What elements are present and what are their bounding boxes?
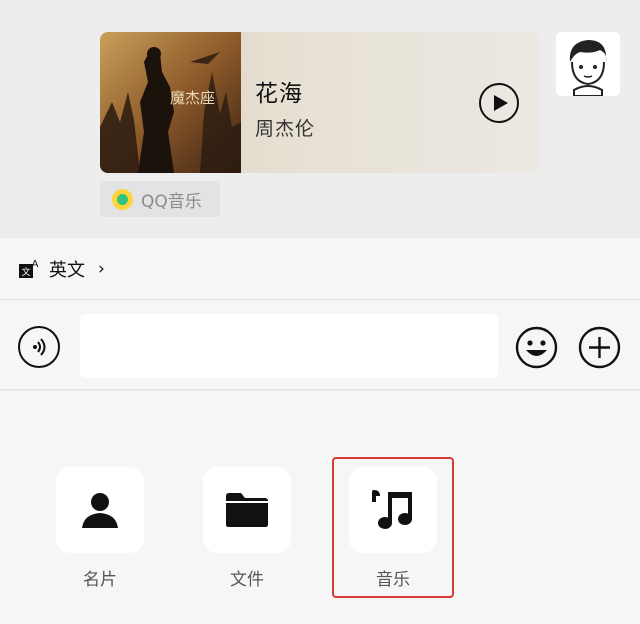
folder-icon [226, 493, 268, 527]
input-bar [0, 300, 640, 390]
file-tile[interactable] [203, 467, 291, 553]
album-art: 魔杰座 [100, 32, 241, 173]
svg-text:文: 文 [21, 266, 30, 278]
chat-area: 魔杰座 花海 周杰伦 QQ音乐 [0, 0, 640, 238]
translate-icon: 文 A [19, 259, 39, 278]
voice-button[interactable] [18, 326, 60, 368]
contact-card-tile[interactable] [56, 467, 144, 553]
song-artist: 周杰伦 [255, 118, 316, 140]
emoji-button[interactable] [515, 326, 558, 369]
svg-text:A: A [32, 259, 39, 270]
translate-bar[interactable]: 文 A 英文 › [0, 238, 640, 300]
tool-label-contact-card: 名片 [83, 570, 117, 590]
tool-contact-card[interactable]: 名片 [56, 467, 144, 590]
tool-label-file: 文件 [230, 570, 264, 590]
play-icon [493, 95, 508, 111]
chevron-right-icon: › [98, 258, 105, 279]
music-source-label: QQ音乐 [141, 191, 202, 212]
voice-icon [33, 338, 46, 356]
music-card[interactable]: 魔杰座 花海 周杰伦 [100, 32, 540, 173]
more-panel: 名片 文件 音乐 [0, 391, 640, 624]
translate-language-label: 英文 [49, 259, 85, 281]
emoji-icon [515, 326, 558, 369]
contact-card-icon [82, 493, 118, 528]
plus-icon [578, 326, 621, 369]
avatar[interactable] [556, 32, 620, 96]
more-button[interactable] [578, 326, 621, 369]
album-art-text: 魔杰座 [170, 89, 216, 107]
message-input[interactable] [80, 314, 498, 378]
tool-file[interactable]: 文件 [203, 467, 291, 590]
song-title: 花海 [255, 81, 303, 107]
music-source-tag[interactable]: QQ音乐 [100, 181, 220, 217]
play-button[interactable] [479, 83, 519, 123]
qq-music-icon [112, 188, 133, 210]
highlight-box [332, 457, 454, 598]
